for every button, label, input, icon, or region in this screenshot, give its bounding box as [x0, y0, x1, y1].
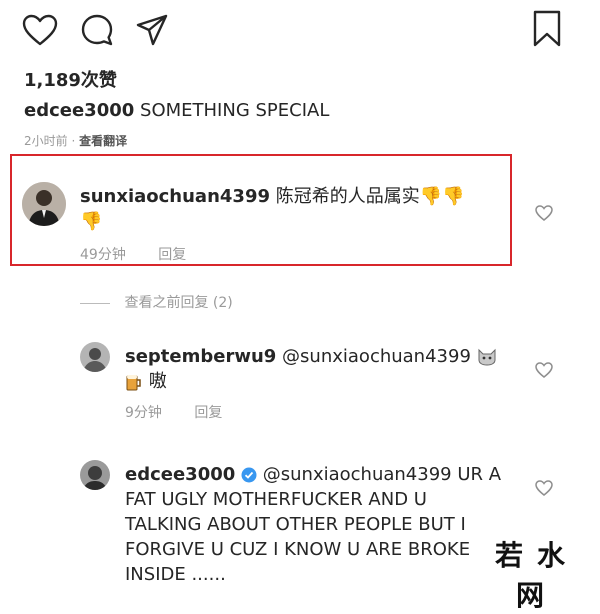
reply-1-meta: 9分钟 回复 [125, 402, 250, 422]
reply-1-username[interactable]: septemberwu9 [125, 346, 276, 367]
avatar-sunxiaochuan4399[interactable] [22, 182, 66, 226]
reply-2-text-line4: FORGIVE U CUZ I KNOW U ARE BROKE [125, 539, 471, 560]
comment-1-reply-button[interactable]: 回复 [158, 247, 186, 263]
reply-2-text-line3: TALKING ABOUT OTHER PEOPLE BUT I [125, 514, 466, 535]
reply-1-like-heart-icon[interactable] [535, 362, 553, 378]
avatar-person-icon [80, 460, 110, 490]
thumbs-down-emoji: 👎 [80, 211, 103, 232]
avatar-septemberwu9[interactable] [80, 342, 110, 372]
reply-2-username[interactable]: edcee3000 [125, 464, 235, 485]
avatar-edcee3000[interactable] [80, 460, 110, 490]
comment-1-like-heart-icon[interactable] [535, 205, 553, 221]
comment-icon[interactable] [80, 13, 114, 47]
meta-dot: · [71, 134, 76, 148]
view-previous-replies[interactable]: 查看之前回复 (2) [80, 292, 233, 312]
view-previous-replies-label[interactable]: 查看之前回复 (2) [124, 295, 232, 311]
post-time: 2小时前 [24, 134, 68, 148]
post-caption: edcee3000 SOMETHING SPECIAL [24, 100, 329, 121]
comment-1-body: sunxiaochuan4399 陈冠希的人品属实👎👎 👎 [80, 184, 500, 234]
bookmark-icon[interactable] [532, 10, 562, 48]
verified-badge-icon [241, 467, 257, 483]
replies-divider-line [80, 302, 110, 304]
reply-2-text-line1: UR A [457, 464, 502, 485]
post-username[interactable]: edcee3000 [24, 100, 134, 121]
reply-1-time: 9分钟 [125, 405, 162, 421]
reply-2-mention[interactable]: @sunxiaochuan4399 [263, 464, 452, 485]
reply-2-text-line2: FAT UGLY MOTHERFUCKER AND U [125, 489, 427, 510]
thumbs-down-emoji: 👎 [419, 186, 443, 207]
post-meta: 2小时前 · 查看翻译 [24, 132, 127, 149]
comment-1-username[interactable]: sunxiaochuan4399 [80, 186, 270, 207]
cat-face-emoji-icon [477, 348, 497, 366]
likes-count[interactable]: 1,189次赞 [24, 66, 117, 92]
watermark: 若水网 [478, 534, 596, 612]
reply-1-body: septemberwu9 @sunxiaochuan4399 嗷 [125, 344, 505, 394]
beer-mug-emoji-icon [125, 372, 143, 392]
like-heart-icon[interactable] [22, 14, 58, 46]
thumbs-down-emoji: 👎 [442, 186, 465, 207]
see-translation-link[interactable]: 查看翻译 [79, 134, 127, 148]
post-caption-text: SOMETHING SPECIAL [140, 100, 330, 121]
comment-1-text: 陈冠希的人品属实 [275, 186, 420, 207]
watermark-text: 若水网 [494, 539, 579, 612]
comment-1-meta: 49分钟 回复 [80, 244, 214, 264]
reply-1-reply-button[interactable]: 回复 [194, 405, 222, 421]
reply-1-text: 嗷 [148, 371, 167, 392]
reply-1-mention[interactable]: @sunxiaochuan4399 [282, 346, 471, 367]
reply-2-body: edcee3000 @sunxiaochuan4399 UR A FAT UGL… [125, 462, 515, 587]
comment-1-time: 49分钟 [80, 247, 126, 263]
share-icon[interactable] [135, 13, 169, 47]
avatar-person-icon [80, 342, 110, 372]
avatar-person-icon [22, 182, 66, 226]
reply-2-like-heart-icon[interactable] [535, 480, 553, 496]
